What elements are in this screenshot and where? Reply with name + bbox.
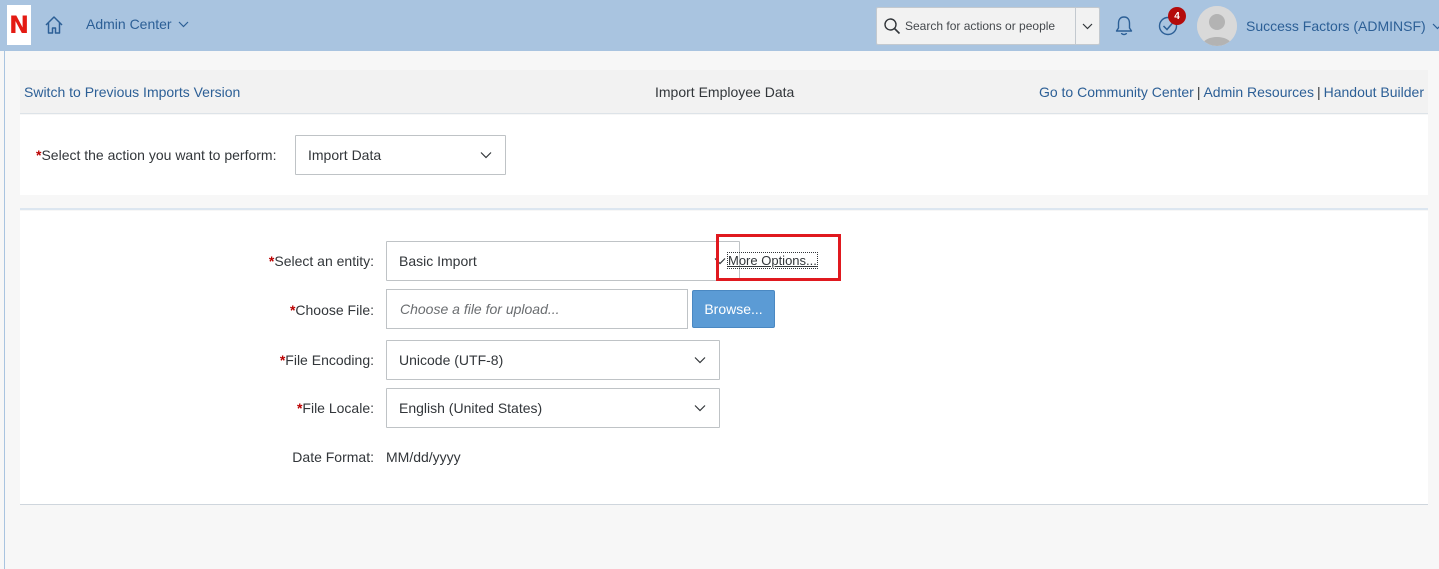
link-separator: |	[1196, 84, 1201, 100]
page-subheader: Switch to Previous Imports Version Impor…	[20, 70, 1428, 114]
left-accent-line	[4, 51, 5, 569]
page-title: Import Employee Data	[655, 84, 795, 100]
date-format-label: Date Format:	[292, 449, 374, 465]
file-encoding-label-text: File Encoding:	[285, 352, 374, 368]
import-form: *Select an entity: Basic Import More Opt…	[20, 211, 1428, 505]
handout-builder-link[interactable]: Handout Builder	[1324, 84, 1424, 100]
more-options-link[interactable]: More Options...	[727, 252, 818, 269]
search-icon	[884, 18, 901, 35]
chevron-down-icon	[480, 152, 492, 159]
action-select-value: Import Data	[308, 147, 382, 163]
file-locale-label: *File Locale:	[74, 400, 374, 416]
entity-label: *Select an entity:	[74, 253, 374, 269]
community-center-link[interactable]: Go to Community Center	[1039, 84, 1194, 100]
chevron-down-icon	[694, 405, 706, 412]
entity-label-text: Select an entity:	[274, 253, 374, 269]
avatar-silhouette	[1197, 6, 1237, 46]
file-field	[386, 289, 688, 329]
switch-previous-version-link[interactable]: Switch to Previous Imports Version	[24, 84, 240, 100]
link-separator: |	[1316, 84, 1321, 100]
file-encoding-select[interactable]: Unicode (UTF-8)	[386, 340, 720, 380]
chevron-down-icon	[1082, 23, 1093, 29]
chevron-down-icon	[178, 21, 189, 27]
entity-select-value: Basic Import	[399, 253, 477, 269]
file-locale-select[interactable]: English (United States)	[386, 388, 720, 428]
user-menu[interactable]: Success Factors (ADMINSF)	[1246, 18, 1439, 34]
chevron-down-icon	[694, 357, 706, 364]
section-divider	[20, 208, 1428, 210]
search-dropdown-button[interactable]	[1075, 8, 1099, 44]
shell-bar: N Admin Center 4	[0, 0, 1439, 51]
bell-icon[interactable]	[1114, 15, 1134, 37]
file-upload-input[interactable]	[387, 301, 687, 317]
chevron-down-icon	[1432, 23, 1439, 29]
date-format-value: MM/dd/yyyy	[386, 449, 461, 465]
company-logo[interactable]: N	[7, 5, 31, 45]
user-avatar-icon[interactable]	[1197, 6, 1237, 46]
file-locale-label-text: File Locale:	[302, 400, 374, 416]
admin-resources-link[interactable]: Admin Resources	[1203, 84, 1314, 100]
action-select[interactable]: Import Data	[295, 135, 506, 175]
notification-badge: 4	[1168, 7, 1186, 25]
user-name-label: Success Factors (ADMINSF)	[1246, 18, 1426, 34]
file-encoding-value: Unicode (UTF-8)	[399, 352, 504, 368]
entity-select[interactable]: Basic Import	[386, 241, 740, 281]
admin-center-menu[interactable]: Admin Center	[86, 16, 189, 32]
choose-file-label: *Choose File:	[74, 302, 374, 318]
header-links: Go to Community Center | Admin Resources | H…	[1039, 84, 1424, 100]
admin-center-label: Admin Center	[86, 16, 172, 32]
logo-letter: N	[8, 11, 30, 39]
browse-button[interactable]: Browse...	[692, 290, 775, 328]
global-search	[876, 7, 1100, 45]
search-input[interactable]	[901, 19, 1075, 33]
action-panel: *Select the action you want to perform: …	[20, 115, 1428, 195]
choose-file-label-text: Choose File:	[295, 302, 374, 318]
file-locale-value: English (United States)	[399, 400, 543, 416]
action-label-text: Select the action you want to perform:	[41, 147, 277, 163]
action-label: *Select the action you want to perform:	[36, 147, 276, 163]
home-icon[interactable]	[43, 14, 65, 36]
file-encoding-label: *File Encoding:	[74, 352, 374, 368]
